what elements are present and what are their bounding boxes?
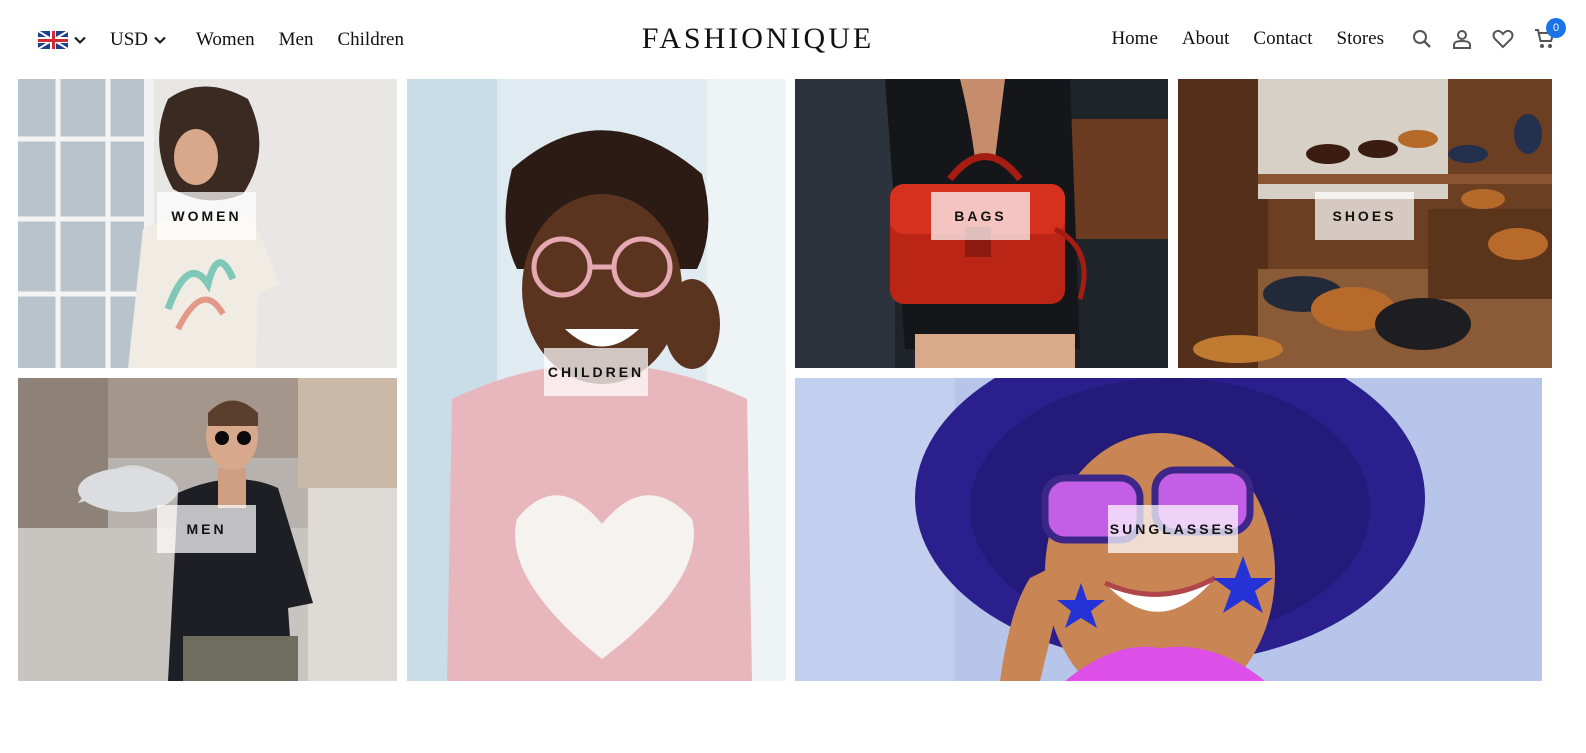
category-label: SHOES — [1315, 192, 1414, 240]
cart-button[interactable]: 0 — [1534, 18, 1566, 50]
user-icon[interactable] — [1452, 29, 1472, 49]
category-label: WOMEN — [157, 192, 256, 240]
category-tile-bags[interactable]: BAGS — [795, 79, 1168, 368]
category-label: CHILDREN — [544, 348, 648, 396]
category-tile-shoes[interactable]: SHOES — [1178, 79, 1552, 368]
nav-right: Home About Contact Stores 0 — [1111, 18, 1566, 52]
nav-link-stores[interactable]: Stores — [1337, 28, 1385, 50]
category-label: SUNGLASSES — [1108, 505, 1238, 553]
category-tile-children[interactable]: CHILDREN — [407, 79, 786, 681]
heart-icon[interactable] — [1492, 29, 1514, 49]
category-tile-women[interactable]: WOMEN — [18, 79, 397, 368]
search-icon[interactable] — [1412, 29, 1432, 49]
nav-link-contact[interactable]: Contact — [1253, 28, 1312, 50]
top-navbar: USD Women Men Children FASHIONIQUE Home … — [0, 0, 1586, 79]
category-tile-men[interactable]: MEN — [18, 378, 397, 681]
nav-link-home[interactable]: Home — [1111, 28, 1157, 50]
cart-count-badge: 0 — [1546, 18, 1566, 38]
category-label: BAGS — [931, 192, 1030, 240]
nav-link-about[interactable]: About — [1182, 28, 1230, 50]
category-label: MEN — [157, 505, 256, 553]
category-tile-sunglasses[interactable]: SUNGLASSES — [795, 378, 1542, 681]
